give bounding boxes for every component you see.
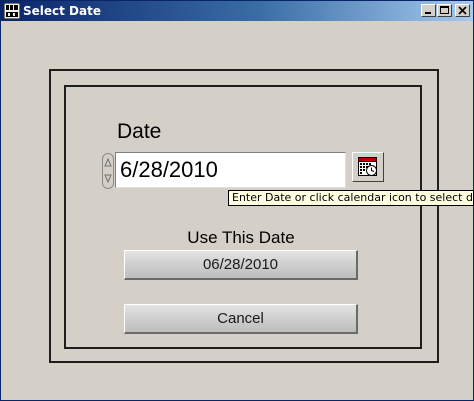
date-input[interactable] [115,152,346,188]
window-title: Select Date [23,4,101,18]
spinner-up-icon[interactable] [104,155,112,170]
labview-app-icon[interactable] [3,2,21,20]
date-label: Date [117,120,162,143]
date-tooltip: Enter Date or click calendar icon to sel… [228,190,474,206]
minimize-icon [425,12,431,14]
close-button[interactable] [455,4,470,17]
close-icon [458,6,467,15]
spinner-down-icon[interactable] [104,172,112,187]
title-bar[interactable]: Select Date [1,1,473,21]
calendar-icon [358,157,377,176]
maximize-button[interactable] [437,4,452,17]
maximize-icon [440,6,449,14]
date-spinner[interactable] [102,153,114,189]
minimize-button[interactable] [421,4,436,17]
use-date-button[interactable]: 06/28/2010 [124,250,358,280]
cancel-button[interactable]: Cancel [124,304,358,334]
use-this-date-label: Use This Date [187,228,295,247]
calendar-button[interactable] [352,152,384,182]
